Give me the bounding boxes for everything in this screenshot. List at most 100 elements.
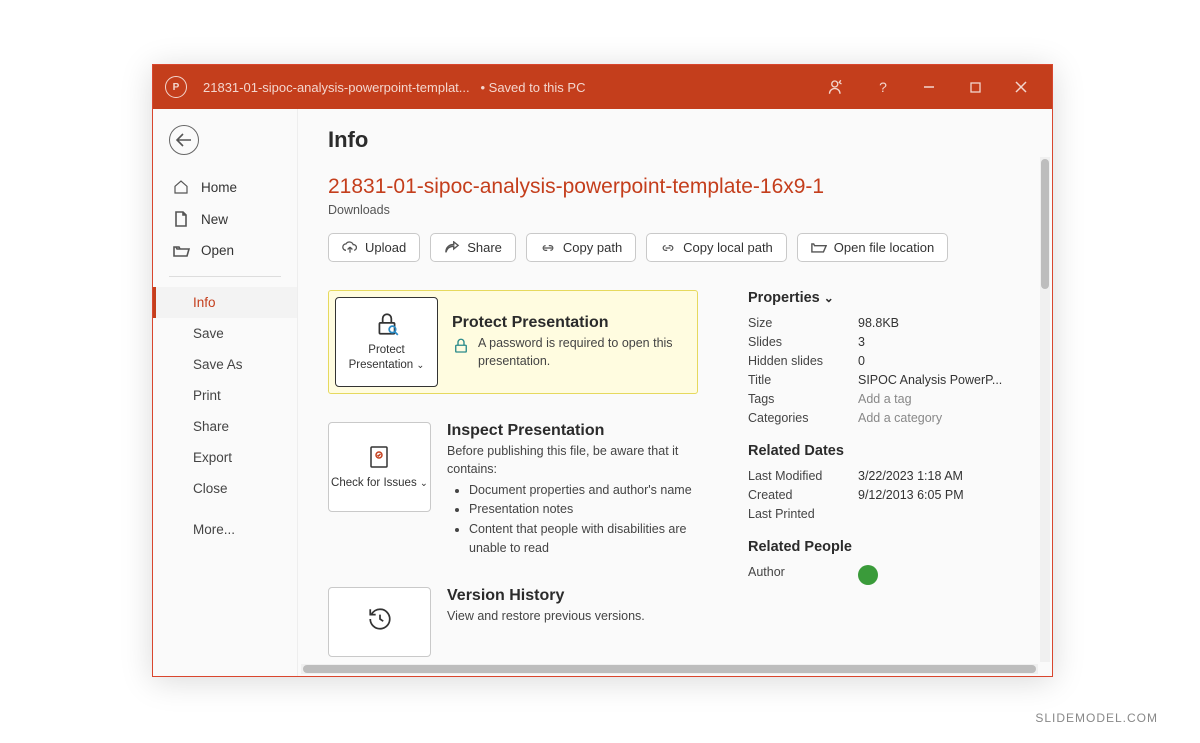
file-actions: Upload Share Copy path Copy local path O… xyxy=(328,233,1052,262)
powerpoint-app-icon: P xyxy=(165,76,187,98)
prop-tags[interactable]: TagsAdd a tag xyxy=(748,392,1018,406)
sidebar-export[interactable]: Export xyxy=(153,442,297,473)
sidebar-info[interactable]: Info xyxy=(153,287,297,318)
home-icon xyxy=(171,179,191,195)
check-for-issues-button[interactable]: Check for Issues ⌄ xyxy=(328,422,431,512)
info-content: Protect Presentation ⌄ Protect Presentat… xyxy=(328,290,1052,676)
close-button[interactable] xyxy=(998,65,1044,109)
version-history-title: Version History xyxy=(447,587,698,605)
inspect-item: Document properties and author's name xyxy=(469,481,698,500)
version-history-button[interactable] xyxy=(328,587,431,657)
check-issues-icon xyxy=(368,444,392,470)
prop-hidden-slides: Hidden slides0 xyxy=(748,354,1018,368)
inspect-item: Content that people with disabilities ar… xyxy=(469,520,698,559)
open-icon xyxy=(171,244,191,258)
sidebar-home[interactable]: Home xyxy=(153,171,297,203)
sidebar-share[interactable]: Share xyxy=(153,411,297,442)
titlebar: P 21831-01-sipoc-analysis-powerpoint-tem… xyxy=(153,65,1052,109)
inspect-desc: Before publishing this file, be aware th… xyxy=(447,443,698,478)
app-window: P 21831-01-sipoc-analysis-powerpoint-tem… xyxy=(152,64,1053,677)
version-history-panel: Version History View and restore previou… xyxy=(328,587,698,657)
sidebar-close[interactable]: Close xyxy=(153,473,297,504)
lock-mini-icon xyxy=(452,337,470,355)
open-file-location-label: Open file location xyxy=(834,240,934,255)
prop-title[interactable]: TitleSIPOC Analysis PowerP... xyxy=(748,373,1018,387)
protect-presentation-text: Protect Presentation A password is requi… xyxy=(452,314,683,370)
lock-icon xyxy=(374,311,400,337)
horizontal-scrollbar[interactable] xyxy=(301,664,1038,674)
copy-path-label: Copy path xyxy=(563,240,622,255)
prop-size: Size98.8KB xyxy=(748,316,1018,330)
copy-local-path-label: Copy local path xyxy=(683,240,773,255)
prop-categories[interactable]: CategoriesAdd a category xyxy=(748,411,1018,425)
date-last-printed: Last Printed xyxy=(748,507,1018,521)
info-left-column: Protect Presentation ⌄ Protect Presentat… xyxy=(328,290,698,676)
check-for-issues-label: Check for Issues ⌄ xyxy=(331,476,428,491)
sidebar-separator xyxy=(169,276,281,277)
protect-presentation-panel: Protect Presentation ⌄ Protect Presentat… xyxy=(328,290,698,394)
save-status: • Saved to this PC xyxy=(480,80,585,95)
chevron-down-icon: ⌄ xyxy=(824,291,834,305)
scrollbar-thumb[interactable] xyxy=(303,665,1036,673)
filename-short: 21831-01-sipoc-analysis-powerpoint-templ… xyxy=(203,80,470,95)
vertical-scrollbar[interactable] xyxy=(1040,157,1050,662)
version-history-text: Version History View and restore previou… xyxy=(447,587,698,626)
copy-local-path-button[interactable]: Copy local path xyxy=(646,233,787,262)
protect-presentation-button[interactable]: Protect Presentation ⌄ xyxy=(335,297,438,387)
open-file-location-button[interactable]: Open file location xyxy=(797,233,948,262)
protect-presentation-btn-label: Protect Presentation ⌄ xyxy=(336,343,437,373)
sidebar-open[interactable]: Open xyxy=(153,235,297,266)
help-icon[interactable]: ? xyxy=(860,65,906,109)
inspect-presentation-panel: Check for Issues ⌄ Inspect Presentation … xyxy=(328,422,698,559)
folder-open-icon xyxy=(811,241,827,254)
people-author[interactable]: Author xyxy=(748,565,1018,585)
upload-label: Upload xyxy=(365,240,406,255)
inspect-items: Document properties and author's name Pr… xyxy=(447,481,698,559)
watermark: SLIDEMODEL.COM xyxy=(1035,711,1158,725)
scrollbar-thumb[interactable] xyxy=(1041,159,1049,289)
version-history-desc: View and restore previous versions. xyxy=(447,608,698,626)
link-icon xyxy=(660,242,676,254)
sidebar-new[interactable]: New xyxy=(153,203,297,235)
date-created: Created9/12/2013 6:05 PM xyxy=(748,488,1018,502)
properties-section: Properties ⌄ Size98.8KB Slides3 Hidden s… xyxy=(748,290,1018,425)
related-people-section: Related People Author xyxy=(748,539,1018,585)
inspect-text: Inspect Presentation Before publishing t… xyxy=(447,422,698,559)
backstage-body: Home New Open Info Save Save As Print Sh… xyxy=(153,109,1052,676)
related-dates-heading: Related Dates xyxy=(748,443,1018,459)
protect-desc: A password is required to open this pres… xyxy=(478,335,683,370)
file-name: 21831-01-sipoc-analysis-powerpoint-templ… xyxy=(328,175,1052,199)
avatar xyxy=(858,565,878,585)
info-heading: Info xyxy=(328,127,1052,153)
sidebar-save-as[interactable]: Save As xyxy=(153,349,297,380)
copy-path-button[interactable]: Copy path xyxy=(526,233,636,262)
share-icon xyxy=(444,241,460,255)
inspect-item: Presentation notes xyxy=(469,500,698,519)
upload-icon xyxy=(342,240,358,255)
back-button[interactable] xyxy=(169,125,199,155)
info-pane: Info 21831-01-sipoc-analysis-powerpoint-… xyxy=(298,109,1052,676)
sidebar-new-label: New xyxy=(201,212,228,227)
properties-heading[interactable]: Properties ⌄ xyxy=(748,290,1018,306)
link-icon xyxy=(540,242,556,254)
sidebar-more[interactable]: More... xyxy=(153,514,297,545)
sidebar-print[interactable]: Print xyxy=(153,380,297,411)
related-dates-section: Related Dates Last Modified3/22/2023 1:1… xyxy=(748,443,1018,521)
author-value xyxy=(858,565,884,585)
maximize-button[interactable] xyxy=(952,65,998,109)
file-location[interactable]: Downloads xyxy=(328,203,1052,217)
sidebar: Home New Open Info Save Save As Print Sh… xyxy=(153,109,298,676)
sidebar-open-label: Open xyxy=(201,243,234,258)
people-icon[interactable] xyxy=(814,65,860,109)
upload-button[interactable]: Upload xyxy=(328,233,420,262)
share-button[interactable]: Share xyxy=(430,233,516,262)
titlebar-filename: 21831-01-sipoc-analysis-powerpoint-templ… xyxy=(203,80,585,95)
protect-title: Protect Presentation xyxy=(452,314,683,332)
date-last-modified: Last Modified3/22/2023 1:18 AM xyxy=(748,469,1018,483)
inspect-title: Inspect Presentation xyxy=(447,422,698,440)
related-people-heading: Related People xyxy=(748,539,1018,555)
sidebar-home-label: Home xyxy=(201,180,237,195)
info-right-column: Properties ⌄ Size98.8KB Slides3 Hidden s… xyxy=(748,290,1018,603)
sidebar-save[interactable]: Save xyxy=(153,318,297,349)
minimize-button[interactable] xyxy=(906,65,952,109)
